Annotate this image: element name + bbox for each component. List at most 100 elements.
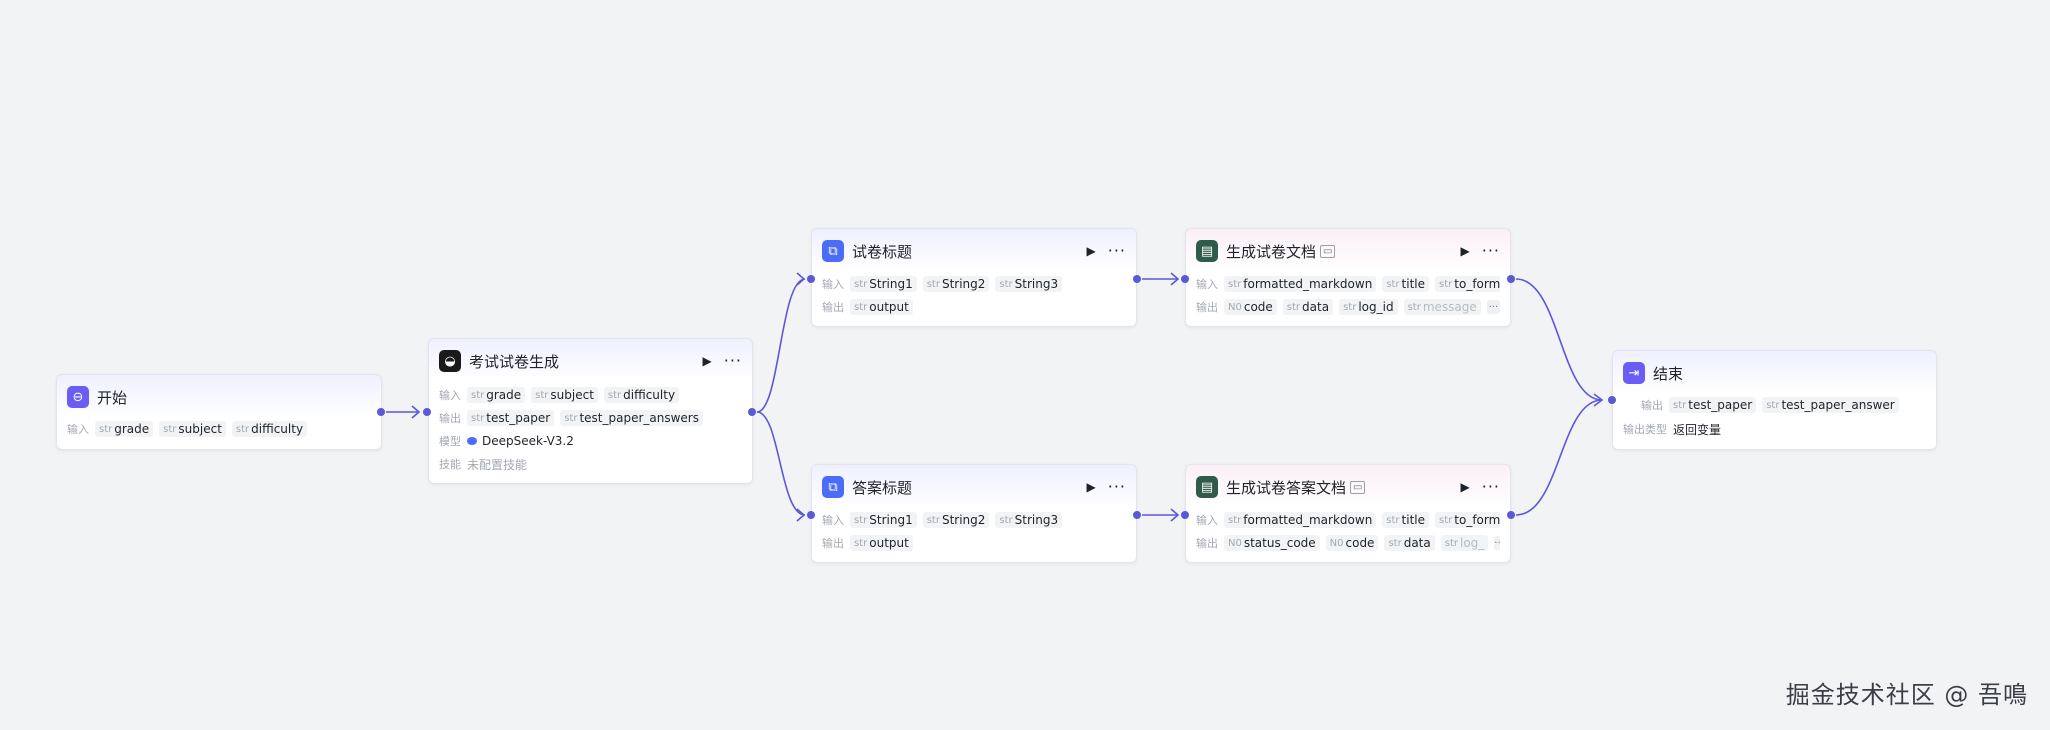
param-chip: str log_ xyxy=(1440,535,1489,551)
output-label: 输出 xyxy=(822,301,844,314)
node-title: 答案标题 xyxy=(852,478,913,497)
input-port[interactable] xyxy=(1181,511,1189,519)
node-title: 考试试卷生成 xyxy=(469,352,560,371)
plugin-badge-icon: ▭ xyxy=(1350,480,1366,494)
param-chip: strto_format xyxy=(1435,276,1500,292)
document-plugin-icon: ▤ xyxy=(1196,240,1218,262)
model-name: DeepSeek-V3.2 xyxy=(482,434,574,448)
param-chip: str data xyxy=(1282,299,1334,315)
output-label: 输出 xyxy=(1196,301,1218,314)
document-plugin-icon: ▤ xyxy=(1196,476,1218,498)
more-icon[interactable]: ··· xyxy=(1108,243,1126,259)
node-paper-title[interactable]: ⧉ 试卷标题 ▶ ··· 输入 str String1 str String2 st… xyxy=(811,228,1137,327)
node-title: 试卷标题 xyxy=(852,242,913,261)
edge-exam-answer-title xyxy=(756,411,806,516)
node-end[interactable]: ⇥ 结束 输出 str test_paper str test_paper_answ… xyxy=(1612,350,1937,450)
edge-exam-paper-title xyxy=(756,278,806,413)
node-title: 生成试卷文档 xyxy=(1226,242,1317,261)
play-icon[interactable]: ▶ xyxy=(1461,480,1470,494)
param-chip: str formatted_markdown xyxy=(1224,276,1377,292)
input-port[interactable] xyxy=(1181,275,1189,283)
play-icon[interactable]: ▶ xyxy=(703,354,712,368)
output-type-value: 返回变量 xyxy=(1673,422,1722,437)
param-chip: str output xyxy=(850,535,913,551)
param-chip: N0 status_code xyxy=(1224,535,1320,551)
play-icon[interactable]: ▶ xyxy=(1087,244,1096,258)
edge-exam-answer-title-arrow xyxy=(796,508,806,522)
input-label: 输入 xyxy=(67,423,89,436)
param-chip: str data xyxy=(1384,535,1435,551)
output-port[interactable] xyxy=(1507,511,1515,519)
node-start[interactable]: ⊖ 开始 输入 str grade str subject str difficult… xyxy=(56,374,382,450)
param-chip: N0 code xyxy=(1325,535,1379,551)
param-chip: str String2 xyxy=(922,512,990,528)
param-chip: str difficulty xyxy=(231,421,308,437)
param-chip: str String3 xyxy=(995,276,1063,292)
node-title: 结束 xyxy=(1653,364,1684,383)
plugin-badge-icon: ▭ xyxy=(1320,244,1336,258)
node-exam-generation[interactable]: ◒ 考试试卷生成 ▶ ··· 输入 str grade str subject st… xyxy=(428,338,753,484)
play-icon[interactable]: ▶ xyxy=(1461,244,1470,258)
output-port[interactable] xyxy=(377,408,385,416)
param-chip: str test_paper xyxy=(1669,397,1757,413)
input-port[interactable] xyxy=(807,511,815,519)
more-icon[interactable]: ··· xyxy=(1482,479,1500,495)
skill-value: 未配置技能 xyxy=(467,457,528,472)
param-chip: str formatted_markdown xyxy=(1224,512,1377,528)
deepseek-icon xyxy=(467,437,477,445)
param-chip: str grade xyxy=(95,421,154,437)
model-label: 模型 xyxy=(439,435,461,448)
input-label: 输入 xyxy=(822,278,844,291)
input-port[interactable] xyxy=(1608,396,1616,404)
param-chip: str title xyxy=(1382,512,1430,528)
end-icon: ⇥ xyxy=(1623,362,1645,384)
param-chip: str String1 xyxy=(850,512,917,528)
input-label: 输入 xyxy=(1196,278,1218,291)
output-label: 输出 xyxy=(1196,537,1218,550)
skill-label: 技能 xyxy=(439,458,461,471)
param-chip: str output xyxy=(850,299,913,315)
edge-exam-paper-title-arrow xyxy=(796,272,806,286)
input-port[interactable] xyxy=(423,408,431,416)
more-outputs-button[interactable]: ··· xyxy=(1494,536,1500,550)
param-chip: str String1 xyxy=(850,276,917,292)
input-label: 输入 xyxy=(1196,514,1218,527)
output-port[interactable] xyxy=(1507,275,1515,283)
watermark: 掘金技术社区 @ 吾鳴 xyxy=(1785,681,2028,709)
output-port[interactable] xyxy=(1133,511,1141,519)
output-port[interactable] xyxy=(748,408,756,416)
edge-paper-doc-end xyxy=(1515,278,1603,401)
output-port[interactable] xyxy=(1133,275,1141,283)
llm-icon: ◒ xyxy=(439,350,461,372)
param-chip: str test_paper_answer xyxy=(1762,397,1899,413)
output-label: 输出 xyxy=(1641,399,1663,412)
output-type-label: 输出类型 xyxy=(1623,423,1667,436)
more-icon[interactable]: ··· xyxy=(1482,243,1500,259)
more-outputs-button[interactable]: ··· xyxy=(1486,300,1500,314)
edge-answer-doc-end xyxy=(1515,399,1603,516)
input-label: 输入 xyxy=(822,514,844,527)
node-answer-title[interactable]: ⧉ 答案标题 ▶ ··· 输入 str String1 str String2 st… xyxy=(811,464,1137,563)
param-chip: str String2 xyxy=(922,276,990,292)
output-label: 输出 xyxy=(439,412,461,425)
param-chip: str subject xyxy=(531,387,598,403)
node-generate-paper-doc[interactable]: ▤ 生成试卷文档 ▭ ▶ ··· 输入 str formatted_markdow… xyxy=(1185,228,1511,327)
text-processing-icon: ⧉ xyxy=(822,476,844,498)
start-icon: ⊖ xyxy=(67,386,89,408)
input-port[interactable] xyxy=(807,275,815,283)
more-icon[interactable]: ··· xyxy=(1108,479,1126,495)
play-icon[interactable]: ▶ xyxy=(1087,480,1096,494)
param-chip: str String3 xyxy=(995,512,1063,528)
node-generate-answer-doc[interactable]: ▤ 生成试卷答案文档 ▭ ▶ ··· 输入 str formatted_markd… xyxy=(1185,464,1511,563)
param-chip: str message xyxy=(1403,299,1481,315)
node-title: 开始 xyxy=(97,388,128,407)
text-processing-icon: ⧉ xyxy=(822,240,844,262)
node-title: 生成试卷答案文档 xyxy=(1226,478,1347,497)
more-icon[interactable]: ··· xyxy=(724,353,742,369)
param-chip: str test_paper xyxy=(467,410,555,426)
param-chip: N0 code xyxy=(1224,299,1277,315)
param-chip: str subject xyxy=(159,421,226,437)
param-chip: str grade xyxy=(467,387,526,403)
output-label: 输出 xyxy=(822,537,844,550)
param-chip: strto_format xyxy=(1435,512,1500,528)
